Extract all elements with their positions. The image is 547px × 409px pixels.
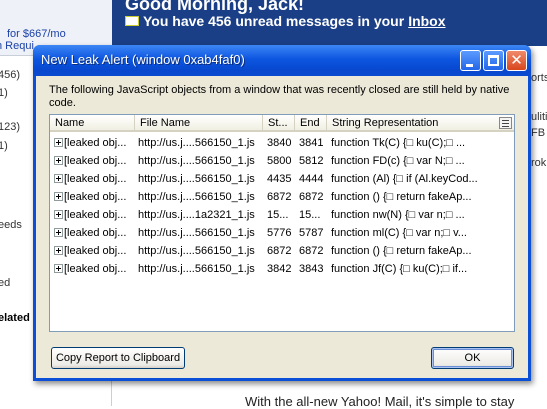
cell-start: 6872 (267, 242, 294, 260)
cell-start: 5800 (267, 152, 294, 170)
tree-row[interactable]: [leaked obj...http://us.j....1a2321_1.js… (50, 206, 514, 224)
cell-start: 4435 (267, 170, 294, 188)
copy-report-button[interactable]: Copy Report to Clipboard (51, 347, 185, 369)
expand-icon[interactable] (54, 174, 63, 183)
background-text: rok (531, 157, 546, 169)
expand-icon[interactable] (54, 246, 63, 255)
ok-button[interactable]: OK (431, 347, 514, 369)
cell-repr: function (Al) {□ if (Al.keyCod... (331, 170, 501, 188)
tree-row[interactable]: [leaked obj...http://us.j....566150_1.js… (50, 224, 514, 242)
cell-end: 4444 (299, 170, 326, 188)
cell-start: 3842 (267, 260, 294, 278)
cell-end: 5812 (299, 152, 326, 170)
cell-file: http://us.j....566150_1.js (138, 152, 264, 170)
cell-start: 15... (267, 206, 294, 224)
background-text: orts (531, 72, 547, 84)
dialog-body: The following JavaScript objects from a … (36, 76, 528, 378)
cell-file: http://us.j....566150_1.js (138, 134, 264, 152)
cell-file: http://us.j....566150_1.js (138, 260, 264, 278)
column-header-string-representation[interactable]: String Representation (326, 115, 492, 131)
tree-row[interactable]: [leaked obj...http://us.j....566150_1.js… (50, 170, 514, 188)
minimize-button[interactable] (460, 50, 481, 71)
cell-start: 5776 (267, 224, 294, 242)
expand-icon[interactable] (54, 228, 63, 237)
background-text: uliti (531, 111, 547, 123)
tree-row[interactable]: [leaked obj...http://us.j....566150_1.js… (50, 260, 514, 278)
unread-notice: You have 456 unread messages in your Inb… (125, 13, 446, 29)
cell-end: 3843 (299, 260, 326, 278)
title-bar[interactable]: New Leak Alert (window 0xab4faf0) ✕ (33, 45, 531, 76)
tree-row[interactable]: [leaked obj...http://us.j....566150_1.js… (50, 188, 514, 206)
promo-line[interactable]: n Requi (0, 40, 34, 52)
column-header-name[interactable]: Name (50, 115, 134, 131)
leaked-objects-tree[interactable]: Name File Name St... End String Represen… (49, 114, 515, 332)
cell-repr: function nw(N) {□ var n;□ ... (331, 206, 501, 224)
cell-name: [leaked obj... (64, 242, 134, 260)
tree-row[interactable]: [leaked obj...http://us.j....566150_1.js… (50, 242, 514, 260)
cell-name: [leaked obj... (64, 188, 134, 206)
cell-file: http://us.j....566150_1.js (138, 188, 264, 206)
cell-name: [leaked obj... (64, 134, 134, 152)
maximize-button[interactable] (483, 50, 504, 71)
column-header-start[interactable]: St... (262, 115, 294, 131)
maximize-icon (488, 55, 499, 66)
cell-start: 6872 (267, 188, 294, 206)
folder-count: 123) (0, 121, 20, 133)
close-button[interactable]: ✕ (506, 50, 527, 71)
tree-row[interactable]: [leaked obj...http://us.j....566150_1.js… (50, 152, 514, 170)
cell-name: [leaked obj... (64, 206, 134, 224)
cell-end: 5787 (299, 224, 326, 242)
cell-file: http://us.j....566150_1.js (138, 170, 264, 188)
folder-label[interactable]: eeds (0, 219, 22, 231)
cell-name: [leaked obj... (64, 170, 134, 188)
expand-icon[interactable] (54, 210, 63, 219)
folder-label[interactable]: ed (0, 277, 10, 289)
expand-icon[interactable] (54, 156, 63, 165)
cell-file: http://us.j....566150_1.js (138, 242, 264, 260)
expand-icon[interactable] (54, 264, 63, 273)
close-icon: ✕ (507, 51, 526, 70)
cell-repr: function FD(c) {□ var N;□ ... (331, 152, 501, 170)
minimize-icon (466, 64, 473, 67)
cell-end: 6872 (299, 242, 326, 260)
column-header-end[interactable]: End (294, 115, 326, 131)
cell-repr: function Jf(C) {□ ku(C);□ if... (331, 260, 501, 278)
cell-name: [leaked obj... (64, 260, 134, 278)
promo-line[interactable]: for $667/mo (7, 28, 66, 40)
expand-icon[interactable] (54, 192, 63, 201)
background-text: FB (531, 127, 545, 139)
tree-header: Name File Name St... End String Represen… (50, 115, 514, 132)
section-heading: elated (0, 312, 30, 324)
tree-row[interactable]: [leaked obj...http://us.j....566150_1.js… (50, 134, 514, 152)
cell-repr: function () {□ return fakeAp... (331, 188, 501, 206)
unread-text: You have 456 unread messages in your (143, 13, 404, 29)
envelope-icon (125, 16, 139, 26)
window-title: New Leak Alert (window 0xab4faf0) (41, 52, 245, 67)
expand-icon[interactable] (54, 138, 63, 147)
leak-alert-dialog: New Leak Alert (window 0xab4faf0) ✕ The … (33, 45, 531, 381)
cell-repr: function ml(C) {□ var n;□ v... (331, 224, 501, 242)
cell-end: 3841 (299, 134, 326, 152)
folder-count: 1) (0, 87, 8, 99)
folder-count: 1) (0, 140, 8, 152)
cell-name: [leaked obj... (64, 152, 134, 170)
cell-repr: function () {□ return fakeAp... (331, 242, 501, 260)
cell-repr: function Tk(C) {□ ku(C);□ ... (331, 134, 501, 152)
cell-name: [leaked obj... (64, 224, 134, 242)
cell-file: http://us.j....566150_1.js (138, 224, 264, 242)
column-picker-icon[interactable] (499, 117, 512, 129)
cell-end: 15... (299, 206, 326, 224)
inbox-link[interactable]: Inbox (408, 13, 445, 29)
background-promo-text: With the all-new Yahoo! Mail, it's simpl… (245, 394, 514, 409)
dialog-description: The following JavaScript objects from a … (49, 84, 519, 110)
cell-end: 6872 (299, 188, 326, 206)
cell-file: http://us.j....1a2321_1.js (138, 206, 264, 224)
cell-start: 3840 (267, 134, 294, 152)
folder-count: 456) (0, 69, 20, 81)
column-header-file-name[interactable]: File Name (134, 115, 262, 131)
